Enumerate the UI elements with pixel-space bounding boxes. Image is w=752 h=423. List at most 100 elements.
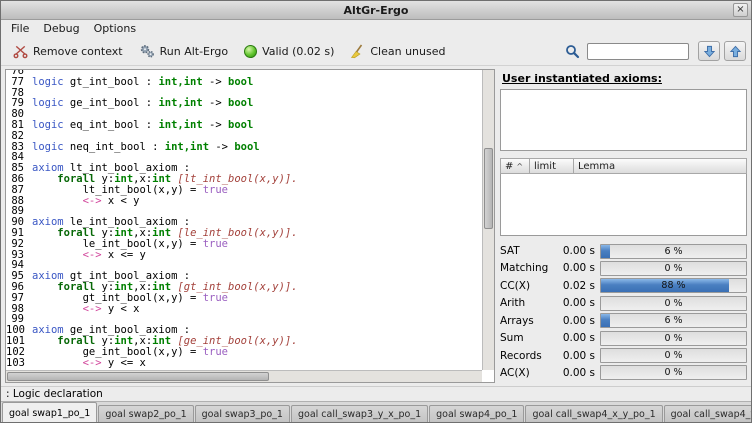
remove-context-label: Remove context (33, 45, 123, 58)
instantiated-axioms-list[interactable] (500, 89, 747, 151)
stat-progressbar: 6 % (600, 244, 747, 259)
code-token: gt_int_bool : (64, 76, 159, 88)
lemma-table-body[interactable] (500, 174, 747, 236)
code-token: logic (32, 119, 64, 131)
goal-tab[interactable]: goal call_swap4_x_y_po_1 (525, 405, 662, 422)
code-token (32, 303, 83, 315)
run-alt-ergo-label: Run Alt-Ergo (160, 45, 228, 58)
stat-time: 0.00 s (555, 262, 595, 274)
code-token (32, 249, 83, 261)
goal-tab[interactable]: goal swap4_po_1 (429, 405, 524, 422)
stat-time: 0.00 s (555, 367, 595, 379)
goal-tab[interactable]: goal call_swap3_y_x_po_1 (291, 405, 428, 422)
stat-percent-label: 6 % (601, 314, 746, 327)
goal-tab[interactable]: goal swap1_po_1 (2, 402, 97, 422)
horizontal-scrollbar-thumb[interactable] (7, 372, 269, 381)
code-line: 88 <-> x < y (6, 196, 482, 207)
code-token: ge_int_bool : (64, 97, 159, 109)
lemma-column-header-2[interactable]: limit (530, 158, 574, 174)
window-title: AltGr-Ergo (344, 4, 409, 17)
stat-time: 0.00 s (555, 315, 595, 327)
stat-time: 0.00 s (555, 332, 595, 344)
code-token: true (203, 184, 228, 196)
stat-label: SAT (500, 245, 550, 257)
code-token: <-> (83, 303, 102, 315)
stat-label: AC(X) (500, 367, 550, 379)
code-view[interactable]: 7677logic gt_int_bool : int,int -> bool7… (6, 70, 482, 370)
code-token: -> (209, 141, 234, 153)
stat-row: Arrays0.00 s6 % (500, 313, 747, 329)
arrow-up-icon (729, 45, 742, 58)
code-token: int,int (158, 97, 202, 109)
code-text: logic eq_int_bool : int,int -> bool (32, 120, 253, 131)
clean-unused-button[interactable]: Clean unused (343, 41, 452, 62)
line-number: 77 (6, 77, 32, 88)
stat-progressbar: 0 % (600, 348, 747, 363)
vertical-scrollbar-thumb[interactable] (484, 148, 493, 229)
run-alt-ergo-button[interactable]: Run Alt-Ergo (132, 40, 235, 62)
goal-tab[interactable]: goal swap2_po_1 (98, 405, 193, 422)
stat-time: 0.02 s (555, 280, 595, 292)
code-text: <-> y <= x (32, 358, 146, 369)
search-next-button[interactable] (698, 41, 720, 61)
search-input[interactable] (587, 43, 689, 60)
code-token: y < x (102, 303, 140, 315)
instantiated-axioms-header: User instantiated axioms: (502, 72, 747, 85)
code-token: bool (228, 97, 253, 109)
stat-percent-label: 88 % (601, 279, 746, 292)
code-token: bool (234, 141, 259, 153)
stat-label: Arith (500, 297, 550, 309)
menu-bar: FileDebugOptions (1, 20, 751, 37)
stat-percent-label: 0 % (601, 349, 746, 362)
remove-context-button[interactable]: Remove context (6, 41, 130, 62)
code-text: logic gt_int_bool : int,int -> bool (32, 77, 253, 88)
search-prev-button[interactable] (724, 41, 746, 61)
menu-debug[interactable]: Debug (36, 21, 86, 36)
status-text: : Logic declaration (6, 388, 103, 400)
code-line: 98 <-> y < x (6, 304, 482, 315)
code-text: logic neq_int_bool : int,int -> bool (32, 142, 260, 153)
stat-label: Matching (500, 262, 550, 274)
code-token: int,int (158, 76, 202, 88)
title-bar[interactable]: AltGr-Ergo × (1, 1, 751, 20)
editor-vertical-scrollbar[interactable] (482, 70, 494, 370)
code-token: bool (228, 76, 253, 88)
code-token (32, 357, 83, 369)
code-token: <-> (83, 249, 102, 261)
code-editor[interactable]: 7677logic gt_int_bool : int,int -> bool7… (5, 69, 495, 383)
clean-unused-label: Clean unused (370, 45, 445, 58)
stat-row: Matching 0.00 s 0 % (500, 260, 747, 276)
goal-tab[interactable]: goal call_swap4_y_x_po_1 (664, 405, 752, 422)
code-token: neq_int_bool : (64, 141, 165, 153)
stat-progressbar: 0 % (600, 261, 747, 276)
line-number: 92 (6, 239, 32, 250)
solver-statistics: SAT0.00 s6 %Matching0.00 s0 %CC(X)0.02 s… (500, 243, 747, 383)
editor-horizontal-scrollbar[interactable] (6, 370, 482, 382)
lemma-column-label: Lemma (578, 161, 615, 172)
valid-status-icon (244, 45, 257, 58)
menu-file[interactable]: File (4, 21, 36, 36)
stat-percent-label: 6 % (601, 245, 746, 258)
lemma-column-header-1[interactable]: #^ (500, 158, 530, 174)
menu-options[interactable]: Options (87, 21, 143, 36)
validity-status: Valid (0.02 s) (237, 42, 341, 61)
stat-percent-label: 0 % (601, 332, 746, 345)
goal-tab[interactable]: goal swap3_po_1 (195, 405, 290, 422)
line-number: 82 (6, 131, 32, 142)
code-token: int,int (158, 119, 202, 131)
lemma-column-header-3[interactable]: Lemma (574, 158, 747, 174)
code-token: true (203, 346, 228, 358)
lemma-column-label: limit (534, 161, 556, 172)
lemma-column-label: # (505, 161, 513, 172)
stat-percent-label: 0 % (601, 262, 746, 275)
search-icon (565, 44, 580, 59)
lemma-table: #^ limit Lemma (500, 158, 747, 236)
arrow-down-icon (703, 45, 716, 58)
stat-percent-label: 0 % (601, 366, 746, 379)
line-number: 103 (6, 358, 32, 369)
code-token: eq_int_bool : (64, 119, 159, 131)
stat-row: Sum0.00 s0 % (500, 330, 747, 346)
close-button[interactable]: × (733, 3, 748, 17)
validity-status-label: Valid (0.02 s) (262, 45, 334, 58)
code-token: -> (203, 119, 228, 131)
